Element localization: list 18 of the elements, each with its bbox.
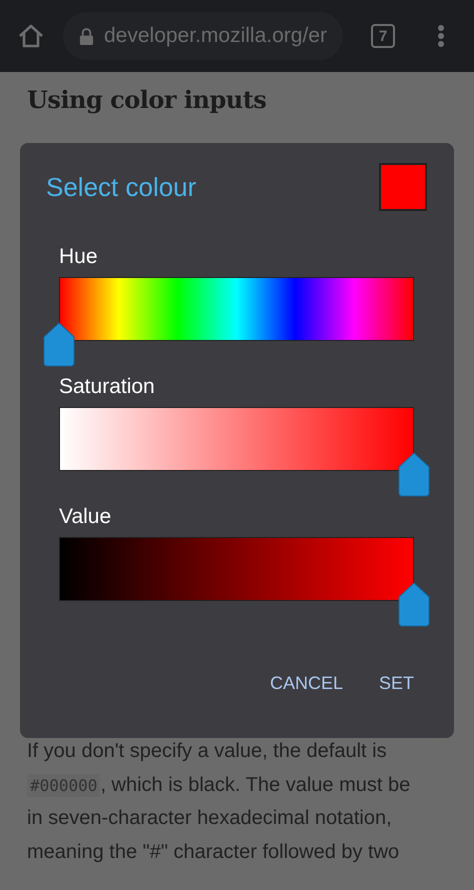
dialog-title: Select colour bbox=[46, 172, 196, 202]
lock-icon bbox=[79, 26, 94, 46]
slider-label: Saturation bbox=[59, 375, 155, 399]
slider-thumb[interactable] bbox=[397, 581, 431, 627]
page-heading: Using color inputs bbox=[27, 84, 268, 114]
url-text: developer.mozilla.org/er bbox=[104, 24, 327, 48]
color-slider-track[interactable] bbox=[59, 537, 414, 601]
home-icon[interactable] bbox=[17, 22, 45, 50]
tab-count-button[interactable]: 7 bbox=[371, 24, 395, 48]
dialog-button[interactable]: CANCEL bbox=[262, 665, 351, 702]
menu-icon[interactable] bbox=[437, 24, 445, 48]
slider-thumb[interactable] bbox=[397, 451, 431, 497]
slider-thumb[interactable] bbox=[42, 321, 76, 367]
slider-label: Hue bbox=[59, 245, 98, 269]
color-slider-track[interactable] bbox=[59, 407, 414, 471]
color-slider-track[interactable] bbox=[59, 277, 414, 341]
slider-label: Value bbox=[59, 505, 112, 529]
dialog-button[interactable]: SET bbox=[370, 665, 422, 702]
